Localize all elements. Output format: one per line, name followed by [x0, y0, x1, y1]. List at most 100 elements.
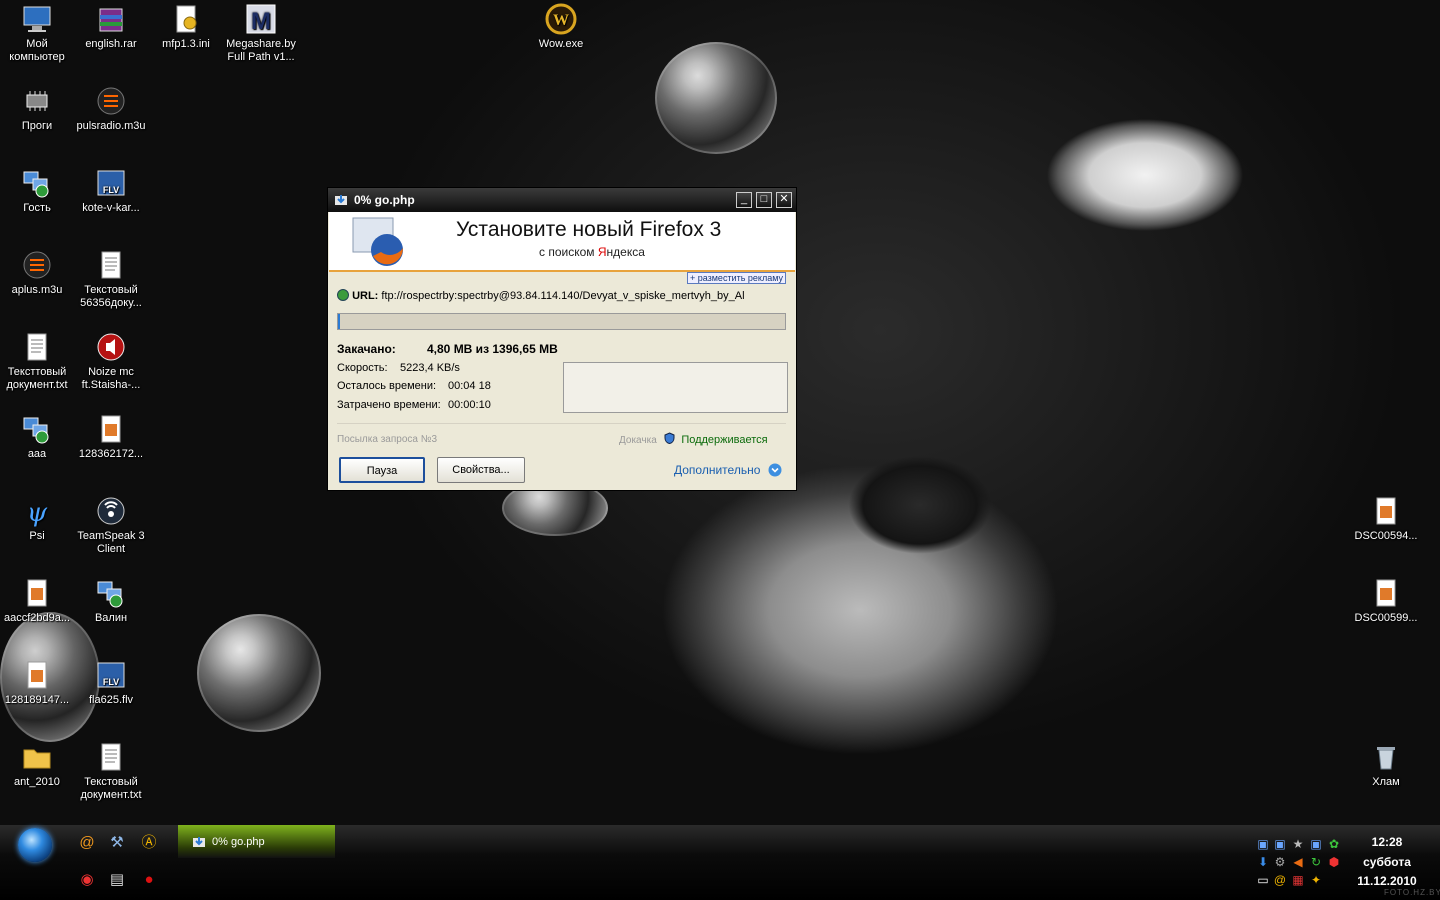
desktop-icon[interactable]: Текстовый 56356доку...: [73, 249, 149, 310]
desktop-icon[interactable]: FLV fla625.flv: [73, 659, 149, 707]
download-url: URL: ftp://rospectrby:spectrby@93.84.114…: [337, 289, 787, 302]
desktop-icon[interactable]: ant_2010: [0, 741, 75, 789]
aimp-icon[interactable]: Ⓐ: [140, 834, 158, 852]
star-icon[interactable]: ★: [1291, 837, 1305, 851]
desktop-icon[interactable]: Хлам: [1348, 741, 1424, 789]
playlist-icon: [23, 251, 51, 279]
speed-row: Скорость: 5223,4 KB/s: [337, 362, 460, 374]
more-link[interactable]: Дополнительно: [674, 463, 782, 477]
network-user-icon: [23, 171, 49, 198]
pause-button[interactable]: Пауза: [339, 457, 425, 483]
image-file-icon: [1376, 579, 1396, 607]
text-file-icon: [27, 333, 47, 361]
desktop-icon[interactable]: english.rar: [73, 3, 149, 51]
dialog-title-bar[interactable]: 0% go.php: [328, 188, 796, 212]
desktop-icon[interactable]: Проги: [0, 85, 75, 133]
water-drop-decoration: [197, 614, 321, 732]
icq-icon[interactable]: ✿: [1327, 837, 1341, 851]
network-user-icon: [97, 581, 123, 608]
desktop-icon[interactable]: FLV kote-v-kar...: [73, 167, 149, 215]
image-file-icon: [101, 415, 121, 443]
opera-icon[interactable]: ◉: [78, 871, 96, 889]
desktop-icon-label: Wow.exe: [538, 38, 584, 50]
desktop-icon[interactable]: 128362172...: [73, 413, 149, 461]
desktop-icon[interactable]: W Wow.exe: [523, 3, 599, 51]
settings-file-icon: [176, 5, 197, 33]
mp3-icon: [97, 333, 125, 361]
desktop-icon-label: TeamSpeak 3 Client: [77, 530, 145, 555]
mail-agent-icon[interactable]: @: [1273, 873, 1287, 887]
magic-wand-icon[interactable]: ✦: [1309, 873, 1323, 887]
network-icon[interactable]: ▣: [1273, 837, 1287, 851]
watermark: FOTO.HZ.BY: [1384, 888, 1440, 897]
network-icon[interactable]: ▣: [1256, 837, 1270, 851]
arrow-down-icon[interactable]: ⬇: [1256, 855, 1270, 869]
resume-status: Докачка Поддерживается: [619, 432, 768, 446]
start-button[interactable]: [18, 828, 52, 862]
desktop-icon-label: Текстовый 56356доку...: [80, 284, 142, 309]
window-switch-icon[interactable]: ▤: [108, 871, 126, 889]
desktop-icon[interactable]: Валин: [73, 577, 149, 625]
downloaded-value: 4,80 MB из 1396,65 MB: [427, 342, 558, 356]
mail-agent-icon[interactable]: @: [78, 834, 96, 852]
desktop-icon[interactable]: Noize mc ft.Staisha-...: [73, 331, 149, 392]
taskbar-item-download[interactable]: 0% go.php: [178, 825, 335, 858]
speaker-icon[interactable]: ◀: [1291, 855, 1305, 869]
ad-banner[interactable]: Установите новый Firefox 3 с поиском Янд…: [329, 212, 795, 272]
desktop-icon-label: Проги: [21, 120, 53, 132]
remaining-value: 00:04 18: [448, 380, 491, 392]
teamspeak-icon: [97, 497, 125, 525]
desktop-icon-label: 128362172...: [78, 448, 144, 460]
download-dialog[interactable]: 0% go.php _ □ ✕ Установите новый Firefox…: [327, 187, 797, 491]
properties-button[interactable]: Свойства...: [437, 457, 525, 483]
gear-icon[interactable]: ⚙: [1273, 855, 1287, 869]
desktop-icon[interactable]: aaccf2bd9a...: [0, 577, 75, 625]
desktop-icon-label: aplus.m3u: [11, 284, 63, 296]
maximize-button[interactable]: □: [756, 192, 772, 208]
network-user-icon: [23, 417, 49, 444]
desktop-icon-label: Psi: [29, 530, 45, 542]
refresh-icon[interactable]: ↻: [1309, 855, 1323, 869]
media-player-icon[interactable]: ●: [140, 871, 158, 889]
close-button[interactable]: ✕: [776, 192, 792, 208]
app-m-icon: M: [246, 4, 276, 35]
desktop-icon[interactable]: Текстовый документ.txt: [73, 741, 149, 802]
desktop-icon[interactable]: aplus.m3u: [0, 249, 75, 297]
desktop-icon[interactable]: DSC00599...: [1348, 577, 1424, 625]
desktop-icon[interactable]: pulsradio.m3u: [73, 85, 149, 133]
clock-time[interactable]: 12:28: [1352, 835, 1422, 849]
recycle-bin-icon: [1377, 747, 1395, 770]
desktop-icon-label: fla625.flv: [88, 694, 134, 706]
desktop-icon[interactable]: aaa: [0, 413, 75, 461]
desktop-icon[interactable]: M Megashare.by Full Path v1...: [223, 3, 299, 64]
desktop-icon-label: kote-v-kar...: [82, 202, 140, 214]
language-flag-icon[interactable]: ▭: [1256, 873, 1270, 887]
download-icon: [335, 195, 347, 205]
desktop-icon-label: Гость: [23, 202, 51, 214]
playlist-icon: [97, 87, 125, 115]
elapsed-row: Затрачено времени: 00:00:10: [337, 399, 491, 411]
url-label: URL:: [352, 290, 379, 302]
network-tool-icon[interactable]: ⚒: [108, 834, 126, 852]
desktop-icon[interactable]: ψ Psi: [0, 495, 75, 543]
desktop-icon-label: mfp1.3.ini: [162, 38, 210, 50]
desktop-icon[interactable]: TeamSpeak 3 Client: [73, 495, 149, 556]
clock-date: 11.12.2010: [1357, 874, 1417, 888]
downloaded-row: Закачано: 4,80 MB из 1396,65 MB: [337, 342, 558, 356]
minimize-button[interactable]: _: [736, 192, 752, 208]
desktop-icon[interactable]: Гость: [0, 167, 75, 215]
shield-icon: [664, 432, 675, 445]
desktop-icon[interactable]: Тексттовый документ.txt: [0, 331, 75, 392]
dialog-title: 0% go.php: [354, 193, 415, 207]
place-ad-link[interactable]: + разместить рекламу: [686, 272, 786, 284]
alert-icon[interactable]: ⬢: [1327, 855, 1341, 869]
desktop-icon-label: Хлам: [1372, 776, 1400, 788]
desktop-icon[interactable]: 128189147...: [0, 659, 75, 707]
chevron-down-icon: [768, 463, 782, 477]
desktop-icon[interactable]: mfp1.3.ini: [148, 3, 224, 51]
grid-icon[interactable]: ▦: [1291, 873, 1305, 887]
desktop-icon[interactable]: DSC00594...: [1348, 495, 1424, 543]
request-status: Посылка запроса №3: [337, 434, 438, 445]
network-icon[interactable]: ▣: [1309, 837, 1323, 851]
desktop-icon[interactable]: Мой компьютер: [0, 3, 75, 64]
